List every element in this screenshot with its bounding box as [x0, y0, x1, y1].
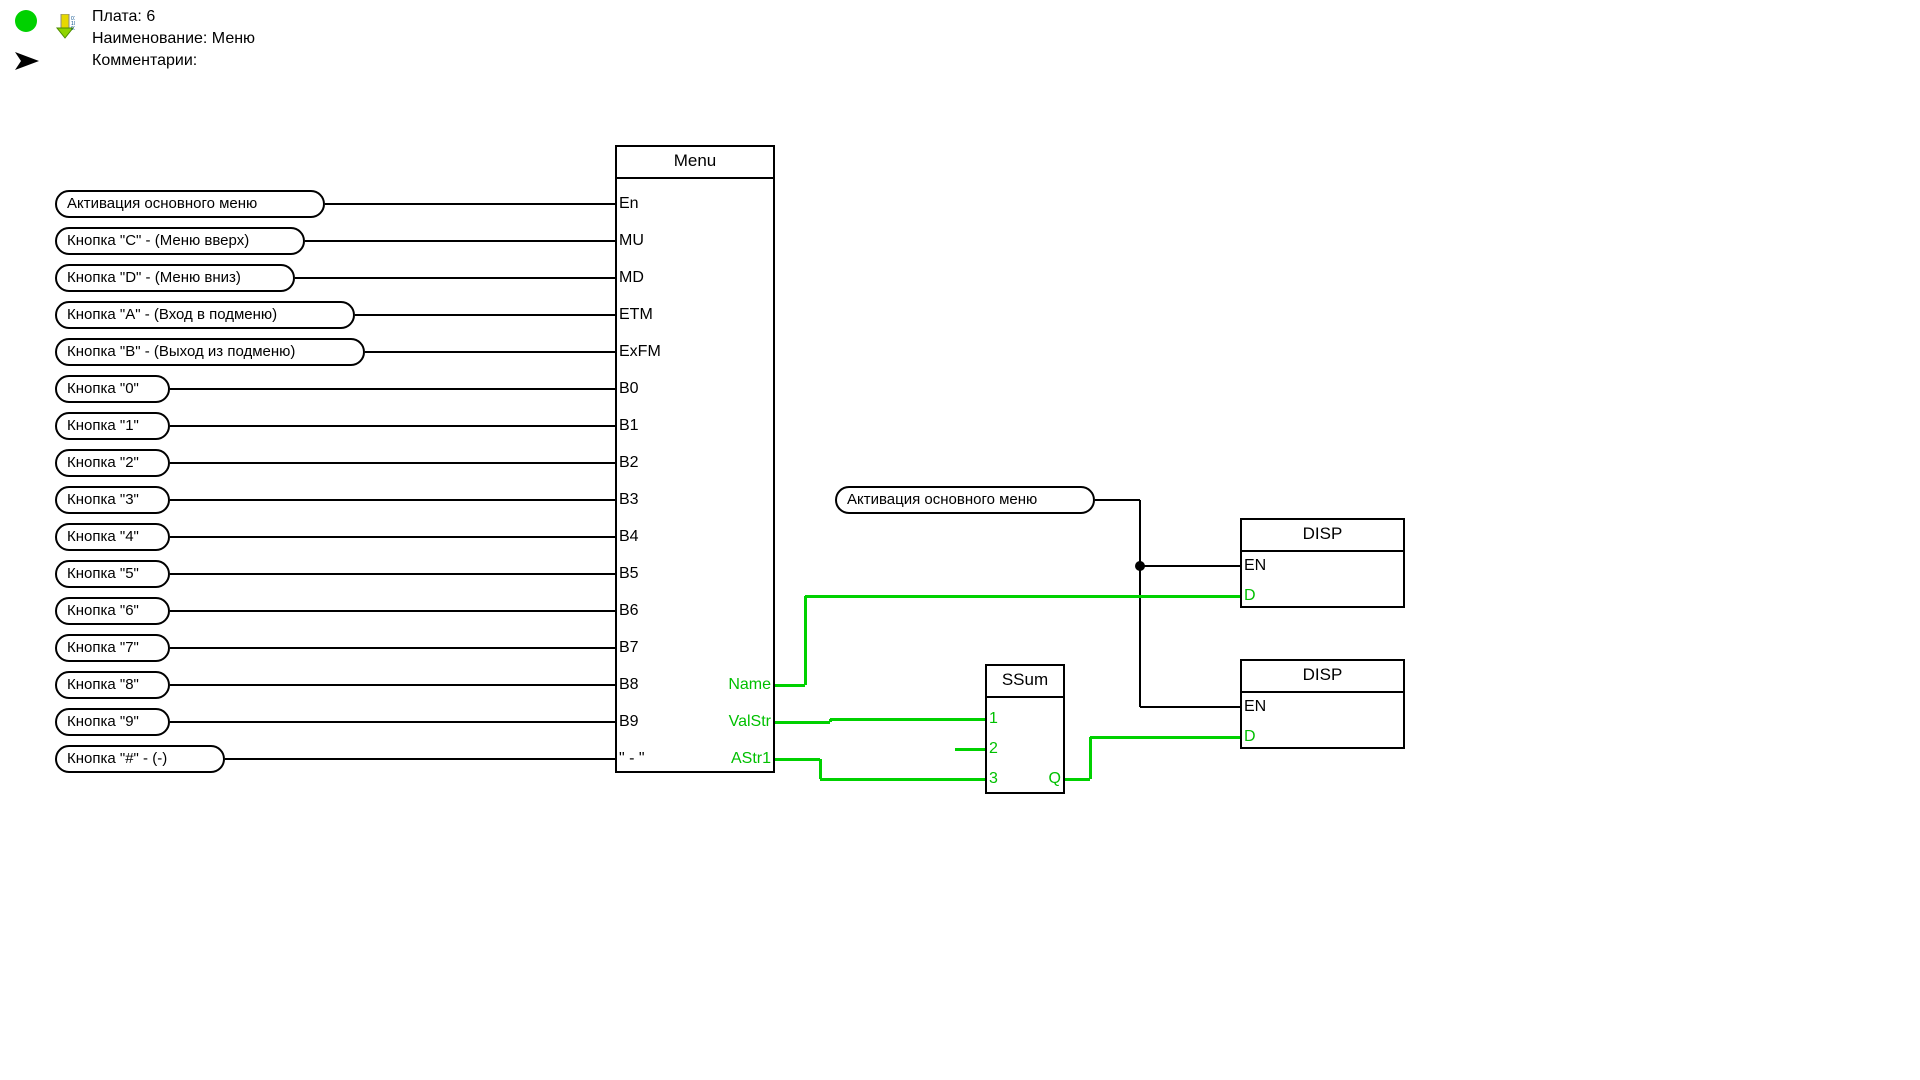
wire — [170, 462, 615, 464]
input-capsule-6[interactable]: Кнопка "1" — [55, 412, 170, 440]
wire — [170, 647, 615, 649]
input-capsule-label-3: Кнопка "A" - (Вход в подменю) — [67, 306, 277, 323]
input-capsule-label-6: Кнопка "1" — [67, 417, 139, 434]
input-capsule-3[interactable]: Кнопка "A" - (Вход в подменю) — [55, 301, 355, 329]
input-capsule-label-5: Кнопка "0" — [67, 380, 139, 397]
wire — [1089, 737, 1092, 779]
disp1-D: D — [1244, 587, 1256, 605]
wire — [170, 388, 615, 390]
input-capsule-1[interactable]: Кнопка "C" - (Меню вверх) — [55, 227, 305, 255]
menu-port-MU: MU — [619, 232, 644, 250]
wire — [805, 595, 1240, 598]
disp2-EN: EN — [1244, 698, 1266, 716]
ssum-out-Q: Q — [626, 770, 1061, 788]
wire — [305, 240, 615, 242]
wire — [170, 499, 615, 501]
input-capsule-10[interactable]: Кнопка "5" — [55, 560, 170, 588]
disp2-D: D — [1244, 728, 1256, 746]
disp-block-2-title: DISP — [1242, 661, 1403, 693]
wire — [1090, 736, 1240, 739]
wire — [955, 748, 985, 751]
input-capsule-label-7: Кнопка "2" — [67, 454, 139, 471]
input-capsule-8[interactable]: Кнопка "3" — [55, 486, 170, 514]
menu-port-B5: B5 — [619, 565, 639, 583]
input-capsule-label-0: Активация основного меню — [67, 195, 257, 212]
menu-port-MD: MD — [619, 269, 644, 287]
input-capsule-label-10: Кнопка "5" — [67, 565, 139, 582]
input-capsule-11[interactable]: Кнопка "6" — [55, 597, 170, 625]
input-capsule-label-8: Кнопка "3" — [67, 491, 139, 508]
wire — [830, 718, 985, 721]
input-capsule-label-11: Кнопка "6" — [67, 602, 139, 619]
input-capsule-0[interactable]: Активация основного меню — [55, 190, 325, 218]
ssum-in-1: 1 — [989, 710, 998, 728]
wire — [355, 314, 615, 316]
svg-text:01: 01 — [71, 26, 75, 32]
cursor-icon — [15, 52, 43, 74]
menu-port-B4: B4 — [619, 528, 639, 546]
wire — [170, 610, 615, 612]
menu-port-B3: B3 — [619, 491, 639, 509]
input-capsule-label-2: Кнопка "D" - (Меню вниз) — [67, 269, 241, 286]
header-comments: Комментарии: — [92, 52, 197, 70]
input-capsule-label-9: Кнопка "4" — [67, 528, 139, 545]
header-name: Наименование: Меню — [92, 30, 255, 48]
disp1-EN: EN — [1244, 557, 1266, 575]
wire — [804, 596, 807, 685]
input-capsule-label-1: Кнопка "C" - (Меню вверх) — [67, 232, 249, 249]
disp-block-1-title: DISP — [1242, 520, 1403, 552]
wire — [170, 573, 615, 575]
input-capsule-5[interactable]: Кнопка "0" — [55, 375, 170, 403]
activation-capsule-right-label: Активация основного меню — [847, 491, 1037, 508]
wire — [775, 758, 820, 761]
menu-port-B7: B7 — [619, 639, 639, 657]
menu-out-Name: Name — [46, 676, 771, 694]
wire — [365, 351, 615, 353]
menu-out-AStr1: AStr1 — [46, 750, 771, 768]
menu-port-B2: B2 — [619, 454, 639, 472]
wire-junction — [1135, 561, 1145, 571]
wire — [1065, 778, 1090, 781]
menu-port-ExFM: ExFM — [619, 343, 661, 361]
input-capsule-4[interactable]: Кнопка "B" - (Выход из подменю) — [55, 338, 365, 366]
menu-port-B0: B0 — [619, 380, 639, 398]
menu-port-B1: B1 — [619, 417, 639, 435]
ssum-block-title: SSum — [987, 666, 1063, 698]
wire — [775, 721, 830, 724]
menu-port-ETM: ETM — [619, 306, 653, 324]
wire — [295, 277, 615, 279]
menu-port-En: En — [619, 195, 639, 213]
diagram-canvas: 01 10 01 Плата: 6 Наименование: Меню Ком… — [0, 0, 1500, 860]
input-capsule-9[interactable]: Кнопка "4" — [55, 523, 170, 551]
menu-out-ValStr: ValStr — [46, 713, 771, 731]
input-capsule-label-4: Кнопка "B" - (Выход из подменю) — [67, 343, 295, 360]
ssum-in-2: 2 — [989, 740, 998, 758]
wire — [325, 203, 615, 205]
wire — [170, 536, 615, 538]
wire — [1139, 500, 1141, 707]
download-arrow-icon: 01 10 01 — [55, 14, 75, 39]
wire — [1095, 499, 1140, 501]
menu-block-title: Menu — [617, 147, 773, 179]
wire — [1140, 565, 1240, 567]
input-capsule-12[interactable]: Кнопка "7" — [55, 634, 170, 662]
input-capsule-label-12: Кнопка "7" — [67, 639, 139, 656]
status-dot-icon — [15, 10, 37, 32]
menu-port-B6: B6 — [619, 602, 639, 620]
activation-capsule-right[interactable]: Активация основного меню — [835, 486, 1095, 514]
input-capsule-7[interactable]: Кнопка "2" — [55, 449, 170, 477]
wire — [775, 684, 805, 687]
wire — [1140, 706, 1240, 708]
input-capsule-2[interactable]: Кнопка "D" - (Меню вниз) — [55, 264, 295, 292]
wire — [170, 425, 615, 427]
header-board: Плата: 6 — [92, 8, 155, 26]
